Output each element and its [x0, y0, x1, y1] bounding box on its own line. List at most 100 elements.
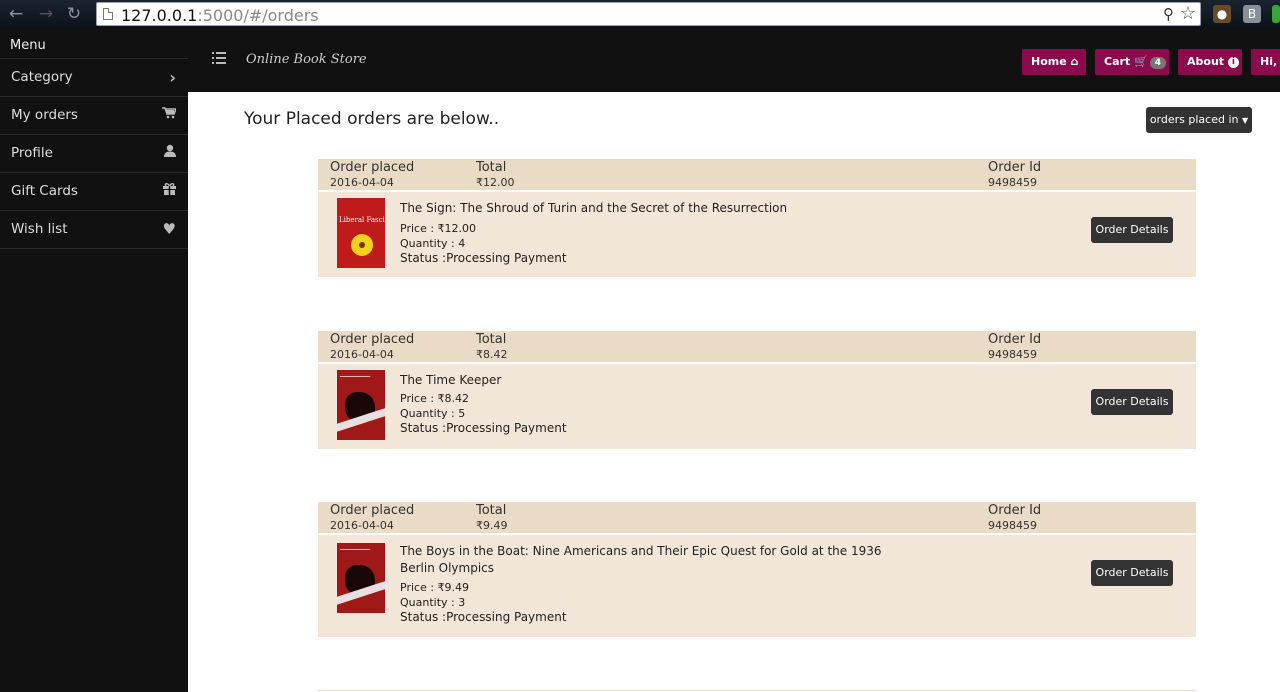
order-total: ₹12.00	[476, 176, 515, 189]
status-line: Status :Processing Payment	[400, 251, 567, 265]
order-placed-label: Order placed	[330, 503, 415, 518]
top-navbar: Online Book Store Home ⌂ Cart 🛒 4 About i…	[188, 28, 1280, 92]
order-date: 2016-04-04	[330, 176, 394, 189]
cart-icon: 🛒	[1134, 55, 1148, 68]
sidebar: Menu Category › My orders Profile Gift C…	[0, 28, 188, 692]
list-menu-icon[interactable]	[212, 52, 226, 64]
order-placed-label: Order placed	[330, 332, 415, 347]
cart-label: Cart	[1104, 55, 1131, 68]
orders-filter-dropdown[interactable]: orders placed in ▼	[1146, 107, 1252, 133]
user-icon	[164, 135, 176, 172]
order-details-button[interactable]: Order Details	[1091, 560, 1173, 586]
extension-b-icon[interactable]: B	[1243, 5, 1261, 23]
about-button[interactable]: About i	[1178, 49, 1242, 75]
filter-label: orders placed in	[1149, 113, 1239, 126]
back-icon[interactable]: ←	[6, 4, 26, 24]
status-line: Status :Processing Payment	[400, 421, 567, 435]
cart-count-badge: 4	[1149, 57, 1166, 69]
info-icon: i	[1227, 56, 1239, 68]
order-date: 2016-04-04	[330, 348, 394, 361]
price-line: Price : ₹9.49	[400, 581, 470, 594]
brand-title[interactable]: Online Book Store	[246, 52, 367, 67]
order-body: Liberal Fascis The Sign: The Shroud of T…	[318, 192, 1196, 277]
cart-icon	[162, 97, 178, 134]
order-total-label: Total	[476, 503, 507, 518]
quantity-line: Quantity : 4	[400, 237, 466, 250]
sidebar-item-gift-cards[interactable]: Gift Cards	[0, 173, 188, 211]
book-cover[interactable]: ━━━━━━━━━━	[337, 370, 385, 440]
zoom-icon[interactable]: ⚲	[1163, 5, 1174, 23]
price-line: Price : ₹12.00	[400, 222, 477, 235]
order-id: 9498459	[988, 176, 1037, 189]
book-title[interactable]: The Sign: The Shroud of Turin and the Se…	[400, 200, 900, 217]
order-info: Price : ₹9.49 Quantity : 3 Status :Proce…	[400, 580, 567, 625]
quantity-line: Quantity : 3	[400, 596, 466, 609]
sidebar-item-label: My orders	[11, 107, 78, 123]
sidebar-item-label: Wish list	[11, 221, 68, 237]
about-label: About	[1187, 55, 1225, 68]
reload-icon[interactable]: ↻	[64, 4, 84, 24]
home-button[interactable]: Home ⌂	[1022, 49, 1086, 75]
divider	[318, 690, 1196, 691]
book-title[interactable]: The Boys in the Boat: Nine Americans and…	[400, 543, 900, 577]
status-line: Status :Processing Payment	[400, 610, 567, 624]
sidebar-item-wish-list[interactable]: Wish list ♥	[0, 211, 188, 249]
sidebar-item-label: Category	[11, 69, 73, 85]
order-total-label: Total	[476, 160, 507, 175]
chevron-right-icon: ›	[169, 68, 176, 87]
home-icon: ⌂	[1070, 55, 1079, 68]
order-details-button[interactable]: Order Details	[1091, 217, 1173, 243]
order-body: ━━━━━━━━━━ The Boys in the Boat: Nine Am…	[318, 535, 1196, 637]
book-title[interactable]: The Time Keeper	[400, 372, 900, 389]
order-info: Price : ₹8.42 Quantity : 5 Status :Proce…	[400, 391, 567, 436]
browser-toolbar: ← → ↻ 127.0.0.1:5000/#/orders ⚲ ☆ ● B	[0, 0, 1280, 28]
order-id-label: Order Id	[988, 332, 1042, 347]
cover-title: Liberal Fascis	[339, 216, 385, 224]
forward-icon[interactable]: →	[36, 4, 56, 24]
extension-icon[interactable]: ●	[1213, 5, 1231, 23]
caret-down-icon: ▼	[1242, 116, 1249, 125]
order-total-label: Total	[476, 332, 507, 347]
order-id: 9498459	[988, 348, 1037, 361]
url-text: 127.0.0.1:5000/#/orders	[121, 6, 319, 25]
sidebar-item-label: Gift Cards	[11, 183, 78, 199]
address-bar[interactable]: 127.0.0.1:5000/#/orders ⚲ ☆	[96, 2, 1201, 26]
order-info: Price : ₹12.00 Quantity : 4 Status :Proc…	[400, 221, 567, 266]
order-id-label: Order Id	[988, 160, 1042, 175]
sidebar-item-category[interactable]: Category ›	[0, 59, 188, 97]
order-date: 2016-04-04	[330, 519, 394, 532]
sidebar-title: Menu	[0, 28, 188, 59]
sidebar-item-profile[interactable]: Profile	[0, 135, 188, 173]
book-cover[interactable]: ━━━━━━━━━━	[337, 543, 385, 613]
order-card: Order placed 2016-04-04 Total ₹9.49 Orde…	[318, 502, 1196, 637]
bookmark-star-icon[interactable]: ☆	[1180, 3, 1196, 24]
sidebar-item-label: Profile	[11, 145, 53, 161]
smiley-mouth	[359, 242, 365, 248]
order-body: ━━━━━━━━━━ The Time Keeper Price : ₹8.42…	[318, 364, 1196, 449]
sidebar-item-my-orders[interactable]: My orders	[0, 97, 188, 135]
order-card: Order placed 2016-04-04 Total ₹12.00 Ord…	[318, 159, 1196, 277]
cart-button[interactable]: Cart 🛒 4	[1095, 49, 1169, 75]
book-cover[interactable]: Liberal Fascis	[337, 198, 385, 268]
order-details-button[interactable]: Order Details	[1091, 389, 1173, 415]
page-title: Your Placed orders are below..	[244, 109, 500, 129]
cover-art: ━━━━━━━━━━	[340, 547, 371, 553]
order-total: ₹9.49	[476, 519, 508, 532]
order-header: Order placed 2016-04-04 Total ₹12.00 Ord…	[318, 159, 1196, 190]
cover-art: ━━━━━━━━━━	[340, 374, 371, 380]
gift-icon	[163, 173, 176, 210]
page-icon	[103, 8, 113, 20]
order-total: ₹8.42	[476, 348, 508, 361]
quantity-line: Quantity : 5	[400, 407, 466, 420]
user-menu-button[interactable]: Hi, S	[1251, 49, 1280, 75]
order-card: Order placed 2016-04-04 Total ₹8.42 Orde…	[318, 331, 1196, 449]
order-id: 9498459	[988, 519, 1037, 532]
order-header: Order placed 2016-04-04 Total ₹9.49 Orde…	[318, 502, 1196, 533]
order-id-label: Order Id	[988, 503, 1042, 518]
order-placed-label: Order placed	[330, 160, 415, 175]
price-line: Price : ₹8.42	[400, 392, 470, 405]
home-label: Home	[1031, 55, 1067, 68]
heart-icon: ♥	[162, 220, 176, 238]
order-header: Order placed 2016-04-04 Total ₹8.42 Orde…	[318, 331, 1196, 362]
extension-green-icon[interactable]	[1272, 5, 1280, 23]
